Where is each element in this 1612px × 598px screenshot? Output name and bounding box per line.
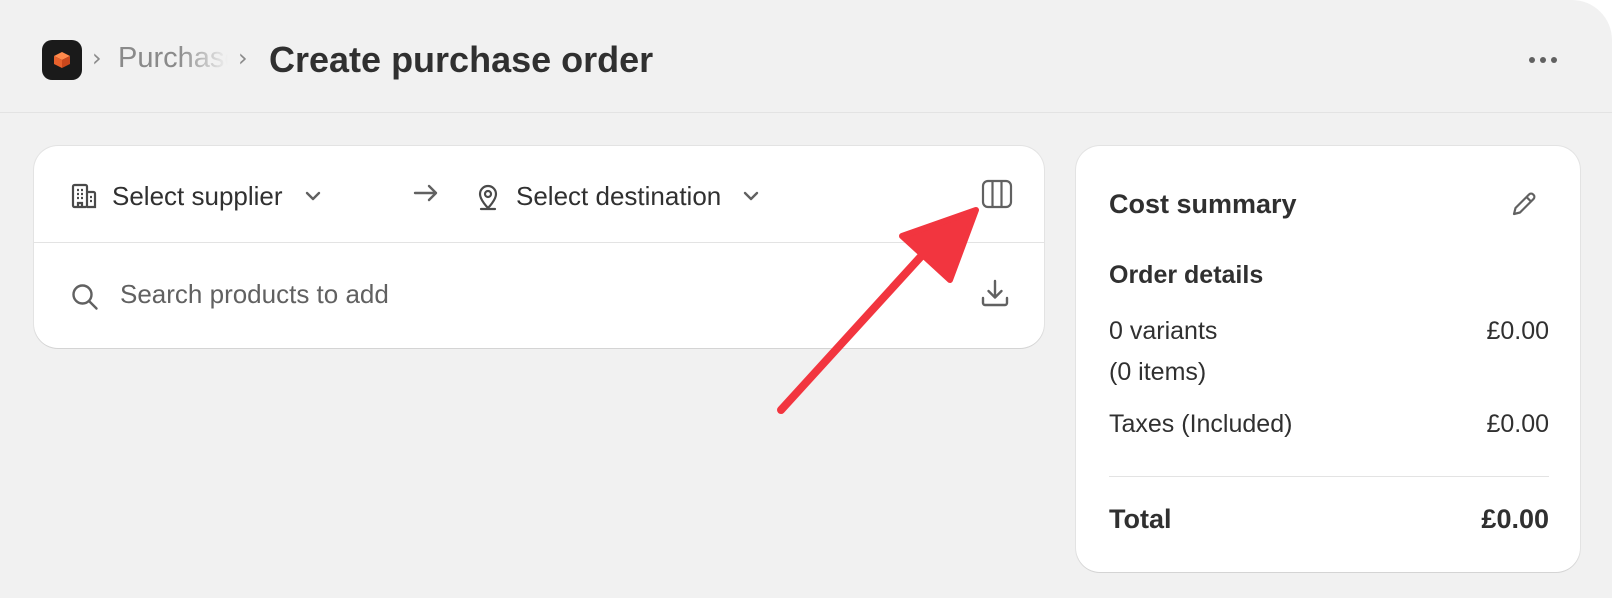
breadcrumb-chevron-icon: › [92, 44, 102, 72]
order-setup-card: Select supplier Select destination [34, 146, 1044, 348]
chevron-down-icon [305, 191, 320, 201]
chevron-down-icon [744, 191, 759, 201]
total-value: £0.00 [1481, 504, 1549, 534]
supplier-label: Select supplier [112, 180, 283, 211]
total-row: Total £0.00 [1109, 504, 1549, 535]
variants-value: £0.00 [1486, 317, 1549, 345]
supplier-selector[interactable]: Select supplier [70, 176, 327, 216]
search-icon [72, 284, 98, 310]
pencil-icon[interactable] [1508, 188, 1540, 220]
page: › Purchase orders › Create purchase orde… [0, 0, 1612, 598]
building-icon [71, 183, 97, 209]
more-dot [1551, 57, 1557, 63]
taxes-row: Taxes (Included) £0.00 [1109, 410, 1549, 439]
product-search-input[interactable] [120, 274, 920, 314]
breadcrumb-parent-link[interactable]: Purchase orders [118, 42, 228, 75]
variants-label: 0 variants [1109, 317, 1218, 345]
more-dot [1529, 57, 1535, 63]
breadcrumb-chevron-icon: › [238, 44, 248, 72]
page-header: › Purchase orders › Create purchase orde… [0, 0, 1612, 113]
more-actions-button[interactable] [1525, 45, 1561, 75]
page-title: Create purchase order [269, 39, 654, 80]
more-dot [1540, 57, 1546, 63]
items-label: (0 items) [1109, 358, 1207, 386]
taxes-value: £0.00 [1486, 410, 1549, 438]
arrow-right-icon [413, 184, 438, 202]
columns-icon[interactable] [979, 176, 1015, 212]
variants-row: 0 variants (0 items) £0.00 [1109, 317, 1549, 387]
order-details-heading: Order details [1109, 261, 1264, 289]
summary-divider [1109, 476, 1549, 477]
location-pin-icon [478, 184, 498, 211]
taxes-label: Taxes (Included) [1109, 410, 1293, 438]
destination-selector[interactable]: Select destination [474, 176, 765, 216]
cost-summary-card: Cost summary Order details 0 variants (0… [1076, 146, 1580, 572]
download-icon[interactable] [980, 278, 1010, 308]
cost-summary-title: Cost summary [1109, 189, 1297, 219]
app-logo-icon[interactable] [42, 40, 82, 80]
supplier-destination-row: Select supplier Select destination [34, 146, 1044, 243]
product-search-row [34, 244, 1044, 348]
total-label: Total [1109, 504, 1172, 534]
destination-label: Select destination [516, 180, 722, 211]
